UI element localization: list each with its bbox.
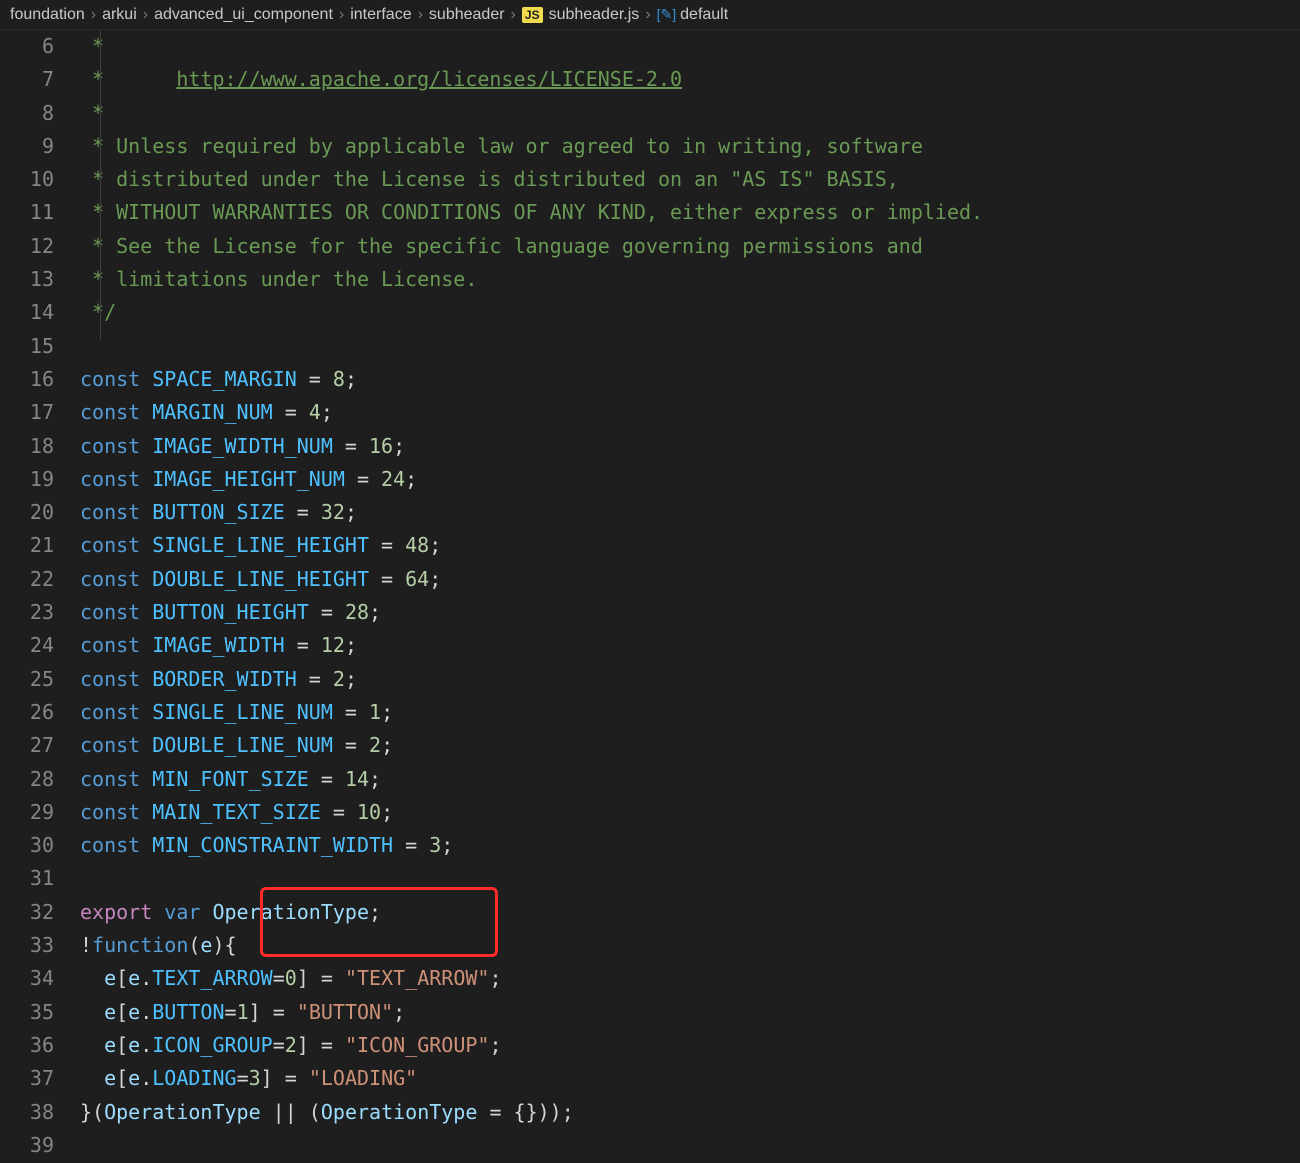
code-line[interactable]: * distributed under the License is distr… [80,163,1300,196]
code-line[interactable]: const SINGLE_LINE_NUM = 1; [80,696,1300,729]
code-line[interactable]: e[e.TEXT_ARROW=0] = "TEXT_ARROW"; [80,962,1300,995]
chevron-right-icon: › [339,6,344,24]
breadcrumb[interactable]: foundation › arkui › advanced_ui_compone… [0,0,1300,30]
line-number-gutter: 6789101112131415161718192021222324252627… [0,30,72,1163]
line-number: 39 [0,1129,54,1162]
line-number: 35 [0,996,54,1029]
code-line[interactable] [80,330,1300,363]
line-number: 7 [0,63,54,96]
line-number: 34 [0,962,54,995]
line-number: 9 [0,130,54,163]
code-editor[interactable]: 6789101112131415161718192021222324252627… [0,30,1300,1163]
code-line[interactable]: */ [80,296,1300,329]
line-number: 26 [0,696,54,729]
line-number: 11 [0,196,54,229]
line-number: 20 [0,496,54,529]
code-line[interactable]: const DOUBLE_LINE_NUM = 2; [80,729,1300,762]
code-line[interactable]: * Unless required by applicable law or a… [80,130,1300,163]
code-line[interactable]: * limitations under the License. [80,263,1300,296]
line-number: 14 [0,296,54,329]
chevron-right-icon: › [511,6,516,24]
line-number: 24 [0,629,54,662]
code-line[interactable]: const SINGLE_LINE_HEIGHT = 48; [80,529,1300,562]
line-number: 36 [0,1029,54,1062]
line-number: 32 [0,896,54,929]
line-number: 33 [0,929,54,962]
line-number: 10 [0,163,54,196]
line-number: 38 [0,1096,54,1129]
breadcrumb-item[interactable]: interface [350,6,411,24]
code-line[interactable] [80,862,1300,895]
breadcrumb-item[interactable]: advanced_ui_component [154,6,333,24]
code-line[interactable]: const MAIN_TEXT_SIZE = 10; [80,796,1300,829]
line-number: 19 [0,463,54,496]
line-number: 12 [0,230,54,263]
code-line[interactable]: * See the License for the specific langu… [80,230,1300,263]
breadcrumb-item[interactable]: subheader [429,6,505,24]
line-number: 30 [0,829,54,862]
line-number: 16 [0,363,54,396]
code-line[interactable]: const BUTTON_HEIGHT = 28; [80,596,1300,629]
code-line[interactable]: const MARGIN_NUM = 4; [80,396,1300,429]
chevron-right-icon: › [91,6,96,24]
chevron-right-icon: › [418,6,423,24]
code-line[interactable]: }(OperationType || (OperationType = {}))… [80,1096,1300,1129]
code-line[interactable]: const IMAGE_HEIGHT_NUM = 24; [80,463,1300,496]
line-number: 17 [0,396,54,429]
line-number: 6 [0,30,54,63]
breadcrumb-item[interactable]: arkui [102,6,137,24]
line-number: 15 [0,330,54,363]
line-number: 31 [0,862,54,895]
line-number: 27 [0,729,54,762]
line-number: 18 [0,430,54,463]
line-number: 13 [0,263,54,296]
code-line[interactable]: const DOUBLE_LINE_HEIGHT = 64; [80,563,1300,596]
code-line[interactable]: const SPACE_MARGIN = 8; [80,363,1300,396]
code-line[interactable]: * [80,30,1300,63]
code-line[interactable]: const MIN_FONT_SIZE = 14; [80,763,1300,796]
line-number: 25 [0,663,54,696]
breadcrumb-symbol[interactable]: default [680,6,728,24]
code-line[interactable]: * [80,97,1300,130]
code-line[interactable]: const BORDER_WIDTH = 2; [80,663,1300,696]
code-line[interactable]: const IMAGE_WIDTH = 12; [80,629,1300,662]
code-line[interactable]: * http://www.apache.org/licenses/LICENSE… [80,63,1300,96]
line-number: 23 [0,596,54,629]
code-line[interactable]: const BUTTON_SIZE = 32; [80,496,1300,529]
code-line[interactable]: e[e.ICON_GROUP=2] = "ICON_GROUP"; [80,1029,1300,1062]
code-line[interactable]: const IMAGE_WIDTH_NUM = 16; [80,430,1300,463]
breadcrumb-file[interactable]: subheader.js [549,6,640,24]
line-number: 22 [0,563,54,596]
breadcrumb-item[interactable]: foundation [10,6,85,24]
code-line[interactable]: export var OperationType; [80,896,1300,929]
line-number: 8 [0,97,54,130]
line-number: 21 [0,529,54,562]
chevron-right-icon: › [143,6,148,24]
code-line[interactable]: e[e.BUTTON=1] = "BUTTON"; [80,996,1300,1029]
line-number: 28 [0,763,54,796]
indent-guide [100,30,101,340]
code-line[interactable]: * WITHOUT WARRANTIES OR CONDITIONS OF AN… [80,196,1300,229]
symbol-variable-icon: [✎] [657,6,677,23]
code-line[interactable]: e[e.LOADING=3] = "LOADING" [80,1062,1300,1095]
code-line[interactable] [80,1129,1300,1162]
code-area[interactable]: * * http://www.apache.org/licenses/LICEN… [72,30,1300,1163]
line-number: 37 [0,1062,54,1095]
js-file-icon: JS [522,7,543,23]
line-number: 29 [0,796,54,829]
code-line[interactable]: !function(e){ [80,929,1300,962]
code-line[interactable]: const MIN_CONSTRAINT_WIDTH = 3; [80,829,1300,862]
chevron-right-icon: › [645,6,650,24]
